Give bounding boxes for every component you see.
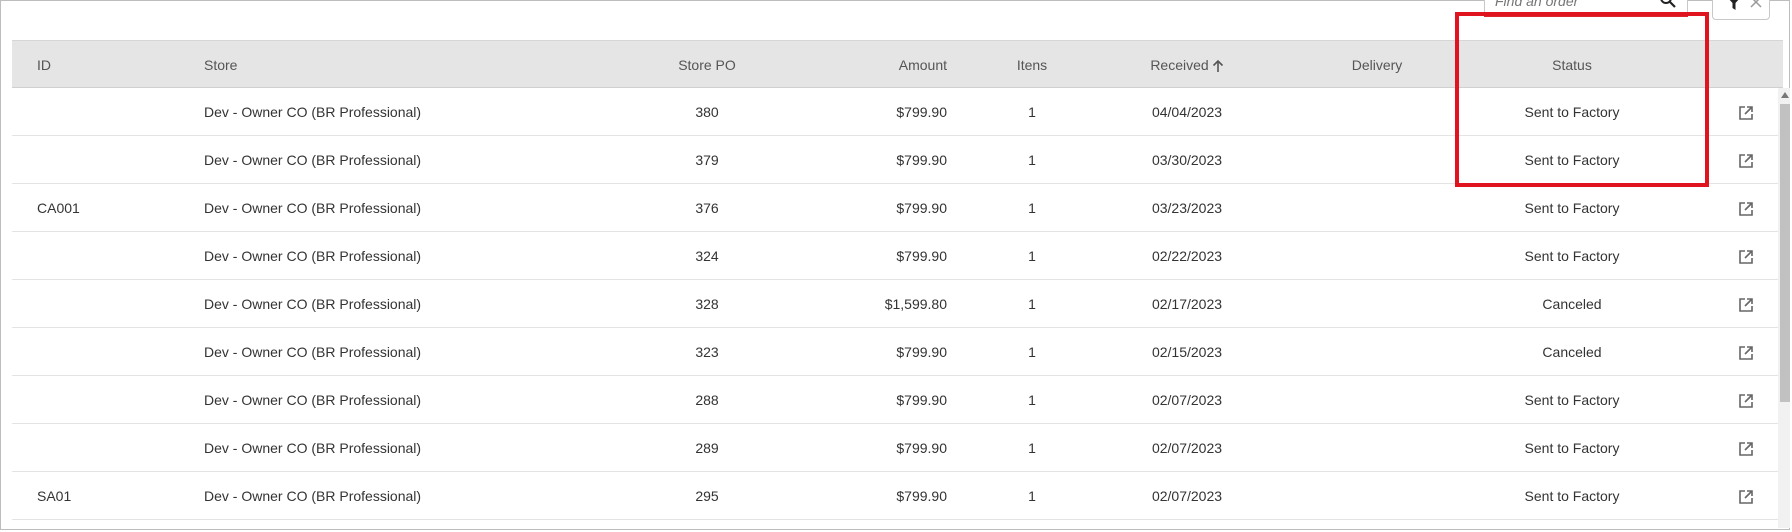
column-header-items[interactable]: Itens <box>992 41 1072 89</box>
cell-received: 02/17/2023 <box>1151 296 1223 312</box>
cell-store: Dev - Owner CO (BR Professional) <box>204 440 422 456</box>
cell-items: 1 <box>1028 248 1036 264</box>
cell-store-po: 376 <box>695 200 719 216</box>
cell-status: Sent to Factory <box>1524 200 1620 216</box>
column-header-store[interactable]: Store <box>204 41 237 89</box>
cell-received: 02/07/2023 <box>1151 392 1223 408</box>
column-header-id[interactable]: ID <box>37 41 51 89</box>
cell-delivery <box>1312 232 1442 280</box>
search-input[interactable] <box>1495 0 1645 9</box>
search-icon[interactable] <box>1659 0 1677 9</box>
column-header-store-po[interactable]: Store PO <box>627 41 787 89</box>
column-header-received[interactable]: Received <box>1112 41 1262 89</box>
cell-amount: $799.90 <box>896 104 947 120</box>
cell-delivery <box>1312 376 1442 424</box>
open-external-icon[interactable] <box>1738 345 1754 361</box>
cell-items: 1 <box>1028 440 1036 456</box>
cell-store: Dev - Owner CO (BR Professional) <box>204 152 422 168</box>
cell-status: Sent to Factory <box>1524 440 1620 456</box>
cell-status: Sent to Factory <box>1524 248 1620 264</box>
table-row[interactable]: Dev - Owner CO (BR Professional) 324 $799.… <box>12 232 1783 280</box>
cell-amount: $799.90 <box>896 440 947 456</box>
cell-delivery <box>1312 184 1442 232</box>
cell-amount: $1,599.80 <box>884 296 947 312</box>
close-icon[interactable] <box>1749 0 1763 9</box>
cell-delivery <box>1312 424 1442 472</box>
open-external-icon[interactable] <box>1738 297 1754 313</box>
cell-received: 02/15/2023 <box>1151 344 1223 360</box>
column-header-amount[interactable]: Amount <box>772 41 947 89</box>
cell-received: 04/04/2023 <box>1151 104 1223 120</box>
cell-store: Dev - Owner CO (BR Professional) <box>204 488 422 504</box>
cell-amount: $799.90 <box>896 248 947 264</box>
cell-received: 02/07/2023 <box>1151 440 1223 456</box>
cell-received: 02/07/2023 <box>1151 488 1223 504</box>
open-external-icon[interactable] <box>1738 201 1754 217</box>
cell-items: 1 <box>1028 488 1036 504</box>
cell-store-po: 328 <box>695 296 719 312</box>
cell-id: CA001 <box>37 200 80 216</box>
cell-store: Dev - Owner CO (BR Professional) <box>204 200 422 216</box>
cell-amount: $799.90 <box>896 200 947 216</box>
cell-store-po: 323 <box>695 344 719 360</box>
filter-button[interactable] <box>1712 0 1770 20</box>
cell-delivery <box>1312 88 1442 136</box>
cell-store: Dev - Owner CO (BR Professional) <box>204 296 422 312</box>
cell-status: Sent to Factory <box>1524 488 1620 504</box>
column-header-received-label: Received <box>1150 57 1209 73</box>
filter-icon <box>1729 0 1739 10</box>
table-row[interactable]: Dev - Owner CO (BR Professional) 289 $799.… <box>12 424 1783 472</box>
table-row[interactable]: CA001 Dev - Owner CO (BR Professional) 376… <box>12 184 1783 232</box>
cell-amount: $799.90 <box>896 392 947 408</box>
open-external-icon[interactable] <box>1738 249 1754 265</box>
table-row[interactable]: Dev - Owner CO (BR Professional) 328 $1,59… <box>12 280 1783 328</box>
cell-store: Dev - Owner CO (BR Professional) <box>204 248 422 264</box>
open-external-icon[interactable] <box>1738 489 1754 505</box>
cell-store: Dev - Owner CO (BR Professional) <box>204 344 422 360</box>
status-highlight-annotation <box>1455 12 1709 187</box>
cell-amount: $799.90 <box>896 488 947 504</box>
scroll-up-arrow-icon[interactable] <box>1781 92 1789 98</box>
open-external-icon[interactable] <box>1738 105 1754 121</box>
cell-received: 03/23/2023 <box>1151 200 1223 216</box>
cell-store-po: 289 <box>695 440 719 456</box>
table-row[interactable]: Dev - Owner CO (BR Professional) 323 $799.… <box>12 328 1783 376</box>
cell-store-po: 288 <box>695 392 719 408</box>
open-external-icon[interactable] <box>1738 153 1754 169</box>
cell-status: Canceled <box>1542 296 1602 312</box>
cell-amount: $799.90 <box>896 344 947 360</box>
cell-store-po: 380 <box>695 104 719 120</box>
cell-received: 02/22/2023 <box>1151 248 1223 264</box>
table-row[interactable]: Dev - Owner CO (BR Professional) 288 $799.… <box>12 376 1783 424</box>
scrollbar-thumb[interactable] <box>1780 104 1790 402</box>
cell-delivery <box>1312 136 1442 184</box>
cell-status: Canceled <box>1542 344 1602 360</box>
open-external-icon[interactable] <box>1738 393 1754 409</box>
cell-store-po: 295 <box>695 488 719 504</box>
cell-store-po: 379 <box>695 152 719 168</box>
cell-items: 1 <box>1028 200 1036 216</box>
cell-delivery <box>1312 280 1442 328</box>
open-external-icon[interactable] <box>1738 441 1754 457</box>
cell-store: Dev - Owner CO (BR Professional) <box>204 392 422 408</box>
cell-store: Dev - Owner CO (BR Professional) <box>204 104 422 120</box>
cell-items: 1 <box>1028 104 1036 120</box>
cell-delivery <box>1312 328 1442 376</box>
column-header-delivery[interactable]: Delivery <box>1312 41 1442 89</box>
cell-items: 1 <box>1028 152 1036 168</box>
cell-items: 1 <box>1028 344 1036 360</box>
cell-id: SA01 <box>37 488 72 504</box>
cell-items: 1 <box>1028 296 1036 312</box>
cell-received: 03/30/2023 <box>1151 152 1223 168</box>
sort-arrow-up-icon[interactable] <box>1212 59 1224 73</box>
cell-store-po: 324 <box>695 248 719 264</box>
cell-status: Sent to Factory <box>1524 392 1620 408</box>
cell-amount: $799.90 <box>896 152 947 168</box>
cell-items: 1 <box>1028 392 1036 408</box>
table-row[interactable]: SA01 Dev - Owner CO (BR Professional) 295 $… <box>12 472 1783 520</box>
cell-delivery <box>1312 472 1442 520</box>
